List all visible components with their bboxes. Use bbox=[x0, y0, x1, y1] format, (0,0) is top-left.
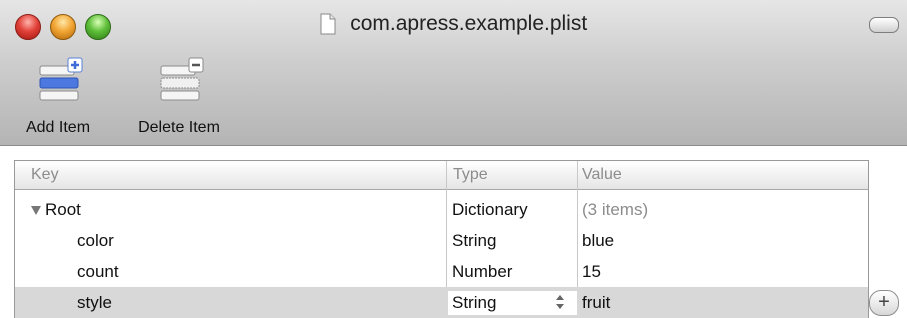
value-cell[interactable]: 15 bbox=[582, 256, 601, 287]
window-title: com.apress.example.plist bbox=[350, 12, 588, 35]
type-cell[interactable]: Number bbox=[452, 256, 512, 287]
key-cell[interactable]: Root bbox=[31, 194, 81, 225]
plist-outline-table: Key Type Value Root Dictionary (3 items)… bbox=[14, 160, 869, 318]
toolbar-toggle-button[interactable] bbox=[869, 17, 899, 33]
add-item-button[interactable]: Add Item bbox=[14, 56, 102, 137]
type-cell[interactable]: String bbox=[452, 287, 496, 318]
key-cell[interactable]: count bbox=[77, 256, 119, 287]
disclosure-triangle-icon[interactable] bbox=[31, 206, 41, 216]
document-icon bbox=[320, 13, 336, 35]
add-item-label: Add Item bbox=[25, 119, 91, 136]
table-row[interactable]: color String blue bbox=[15, 225, 868, 256]
key-cell[interactable]: color bbox=[77, 225, 114, 256]
delete-item-label: Delete Item bbox=[138, 119, 220, 136]
key-text: Root bbox=[45, 200, 81, 219]
table-row[interactable]: count Number 15 bbox=[15, 256, 868, 287]
column-header-value[interactable]: Value bbox=[582, 161, 622, 189]
table-header: Key Type Value bbox=[15, 161, 868, 190]
add-item-icon bbox=[39, 57, 83, 101]
add-row-button[interactable]: + bbox=[869, 290, 899, 316]
value-cell[interactable]: blue bbox=[582, 225, 614, 256]
table-row-selected[interactable]: style String fruit bbox=[15, 287, 868, 318]
up-down-stepper-icon[interactable] bbox=[555, 292, 565, 312]
delete-item-icon bbox=[160, 57, 204, 101]
column-header-key[interactable]: Key bbox=[31, 161, 59, 189]
table-row[interactable]: Root Dictionary (3 items) bbox=[15, 194, 868, 225]
key-cell[interactable]: style bbox=[77, 287, 112, 318]
plus-icon: + bbox=[878, 291, 890, 313]
type-cell[interactable]: String bbox=[452, 225, 496, 256]
plist-editor-window: com.apress.example.plist Add Item Delete… bbox=[0, 0, 907, 318]
column-header-type[interactable]: Type bbox=[453, 161, 488, 189]
delete-item-button[interactable]: Delete Item bbox=[120, 56, 238, 137]
value-cell: (3 items) bbox=[582, 200, 649, 219]
title-bar: com.apress.example.plist bbox=[0, 12, 907, 36]
value-cell[interactable]: fruit bbox=[582, 287, 610, 318]
type-cell[interactable]: Dictionary bbox=[452, 194, 528, 225]
toolbar: com.apress.example.plist Add Item Delete… bbox=[0, 0, 907, 146]
